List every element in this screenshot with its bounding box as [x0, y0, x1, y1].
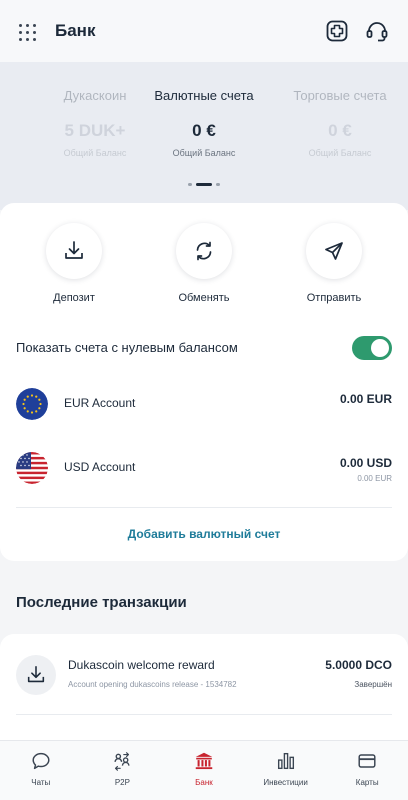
nav-item-cards[interactable]: Карты	[326, 741, 408, 800]
page-dot	[216, 183, 220, 186]
nav-label: Карты	[355, 778, 379, 787]
carousel-item-currency-accounts[interactable]: Валютные счета 0 € Общий Баланс	[136, 88, 272, 158]
eu-flag-icon	[16, 388, 48, 420]
transaction-status: Завершён	[354, 680, 392, 689]
deposit-label: Депозит	[53, 292, 95, 304]
card-icon	[358, 754, 376, 768]
account-balance: 0.00 EUR	[339, 392, 392, 406]
transaction-subtitle: Account opening dukascoins release - 153…	[68, 680, 237, 689]
carousel-item-value: 0 €	[192, 121, 216, 140]
add-currency-account-link[interactable]: Добавить валютный счет	[0, 527, 408, 541]
zero-balance-toggle-label: Показать счета с нулевым балансом	[16, 340, 238, 355]
grid-menu-icon[interactable]	[19, 24, 36, 41]
carousel-item-sub: Общий Баланс	[172, 148, 236, 158]
chat-icon	[32, 752, 50, 770]
exchange-icon	[196, 241, 212, 261]
us-flag-icon	[16, 452, 48, 484]
carousel-item-label: Валютные счета	[154, 88, 254, 103]
send-icon	[325, 242, 343, 260]
exchange-label: Обменять	[178, 292, 230, 304]
divider	[16, 714, 392, 715]
page-dot-active	[196, 183, 212, 186]
nav-label: Банк	[195, 778, 213, 787]
carousel-item-value: 0 €	[328, 121, 352, 140]
nav-item-p2p[interactable]: P2P	[82, 741, 164, 800]
account-balance: 0.00 USD	[339, 456, 392, 470]
account-row-eur[interactable]: EUR Account 0.00 EUR	[16, 384, 392, 424]
carousel-item-trading-accounts[interactable]: Торговые счета 0 € Общий Баланс	[272, 88, 408, 158]
account-name: EUR Account	[64, 396, 136, 410]
deposit-icon	[27, 665, 45, 683]
support-headset-icon[interactable]	[365, 19, 389, 43]
carousel-item-sub: Общий Баланс	[308, 148, 372, 158]
toggle-knob	[371, 339, 389, 357]
transaction-icon	[16, 655, 56, 695]
bank-icon	[195, 752, 213, 770]
send-button[interactable]: Отправить	[284, 223, 384, 304]
carousel-item-label: Торговые счета	[293, 88, 387, 103]
send-label: Отправить	[306, 292, 362, 304]
add-account-icon[interactable]	[325, 19, 349, 43]
transactions-card: Dukascoin welcome reward Account opening…	[0, 634, 408, 740]
nav-label: Инвестиции	[263, 778, 308, 787]
account-row-usd[interactable]: USD Account 0.00 USD 0.00 EUR	[16, 448, 392, 488]
account-sub-balance: 0.00 EUR	[357, 474, 392, 483]
page-title: Банк	[55, 21, 96, 40]
nav-item-bank[interactable]: Банк	[163, 741, 245, 800]
zero-balance-toggle-row: Показать счета с нулевым балансом	[16, 336, 392, 360]
page-dot	[188, 183, 192, 186]
transactions-title: Последние транзакции	[16, 594, 187, 611]
deposit-button[interactable]: Депозит	[24, 223, 124, 304]
top-bar: Банк	[0, 0, 408, 62]
divider	[16, 507, 392, 508]
nav-item-chats[interactable]: Чаты	[0, 741, 82, 800]
currency-accounts-card: Депозит Обменять Отправить Показать счет…	[0, 203, 408, 561]
nav-label: P2P	[114, 778, 130, 787]
nav-item-investments[interactable]: Инвестиции	[245, 741, 327, 800]
account-carousel[interactable]: Дукаскоин 5 DUK+ Общий Баланс Валютные с…	[0, 62, 408, 210]
bottom-nav: Чаты P2P Банк Инвестиции Карты	[0, 740, 408, 800]
deposit-icon	[65, 241, 83, 259]
chart-icon	[277, 752, 294, 770]
p2p-icon	[114, 752, 130, 771]
transaction-amount: 5.0000 DCO	[325, 658, 392, 672]
zero-balance-toggle[interactable]	[352, 336, 392, 360]
exchange-button[interactable]: Обменять	[154, 223, 254, 304]
account-name: USD Account	[64, 460, 136, 474]
transaction-title: Dukascoin welcome reward	[68, 658, 215, 672]
nav-label: Чаты	[31, 778, 51, 787]
